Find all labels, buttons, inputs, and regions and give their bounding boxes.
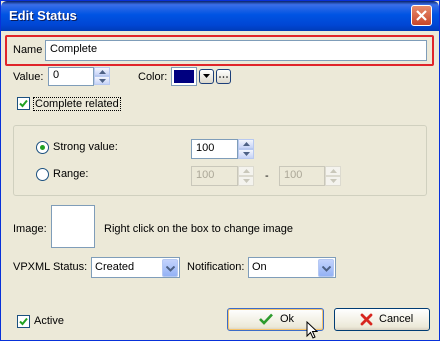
image-box[interactable] bbox=[51, 205, 95, 248]
vpxml-dropdown-button[interactable] bbox=[162, 259, 178, 277]
vpxml-status-select[interactable]: Created bbox=[91, 257, 180, 278]
ok-button-label: Ok bbox=[280, 313, 295, 325]
color-label: Color: bbox=[138, 71, 168, 83]
strong-spin-down[interactable] bbox=[238, 149, 254, 159]
range-label[interactable]: Range: bbox=[53, 168, 88, 180]
strong-value-radio[interactable] bbox=[36, 141, 49, 154]
color-swatch bbox=[174, 70, 194, 83]
color-more-button[interactable] bbox=[216, 69, 231, 84]
close-button[interactable] bbox=[411, 5, 432, 26]
cancel-button-label: Cancel bbox=[379, 313, 414, 325]
active-label[interactable]: Active bbox=[34, 315, 64, 327]
edit-status-dialog: Edit Status Name Complete Value: 0 Color… bbox=[0, 0, 440, 341]
color-dropdown-button[interactable] bbox=[199, 69, 214, 84]
value-input[interactable]: 0 bbox=[48, 67, 94, 86]
strong-spin-up[interactable] bbox=[238, 139, 254, 149]
value-label: Value: bbox=[13, 71, 44, 83]
vpxml-status-value: Created bbox=[95, 261, 135, 273]
range-to-spinner[interactable] bbox=[325, 166, 341, 186]
complete-related-checkbox[interactable] bbox=[17, 97, 30, 110]
range-from-spin-down[interactable] bbox=[238, 176, 254, 186]
notification-label: Notification: bbox=[187, 261, 245, 273]
window-title: Edit Status bbox=[9, 8, 77, 23]
range-separator: - bbox=[265, 170, 269, 182]
value-spinner[interactable] bbox=[94, 67, 110, 86]
range-to-input[interactable]: 100 bbox=[279, 166, 325, 186]
strong-value-spinner[interactable] bbox=[238, 139, 254, 159]
range-from-input[interactable]: 100 bbox=[191, 166, 238, 186]
range-from-spinner[interactable] bbox=[238, 166, 254, 186]
title-bar[interactable]: Edit Status bbox=[1, 1, 439, 31]
range-to-spin-down[interactable] bbox=[325, 176, 341, 186]
strong-value-input[interactable]: 100 bbox=[191, 139, 238, 159]
active-checkbox[interactable] bbox=[17, 315, 30, 328]
cancel-x-icon bbox=[360, 313, 373, 329]
range-radio[interactable] bbox=[36, 168, 49, 181]
image-hint: Right click on the box to change image bbox=[104, 223, 293, 235]
color-swatch-box[interactable] bbox=[171, 67, 197, 86]
checkmark-icon bbox=[259, 313, 273, 328]
image-label: Image: bbox=[13, 223, 47, 235]
range-to-spin-up[interactable] bbox=[325, 166, 341, 176]
value-spin-up[interactable] bbox=[94, 67, 110, 76]
name-label: Name bbox=[13, 44, 43, 56]
notification-dropdown-button[interactable] bbox=[318, 259, 334, 277]
mouse-cursor-icon bbox=[306, 320, 319, 342]
notification-select[interactable]: On bbox=[248, 257, 336, 278]
complete-related-label[interactable]: Complete related bbox=[33, 97, 121, 111]
notification-value: On bbox=[252, 261, 267, 273]
value-spin-down[interactable] bbox=[94, 76, 110, 85]
range-from-spin-up[interactable] bbox=[238, 166, 254, 176]
cancel-button[interactable]: Cancel bbox=[334, 308, 430, 331]
name-input[interactable]: Complete bbox=[45, 40, 427, 61]
strong-value-label[interactable]: Strong value: bbox=[53, 141, 118, 153]
vpxml-status-label: VPXML Status: bbox=[13, 261, 88, 273]
